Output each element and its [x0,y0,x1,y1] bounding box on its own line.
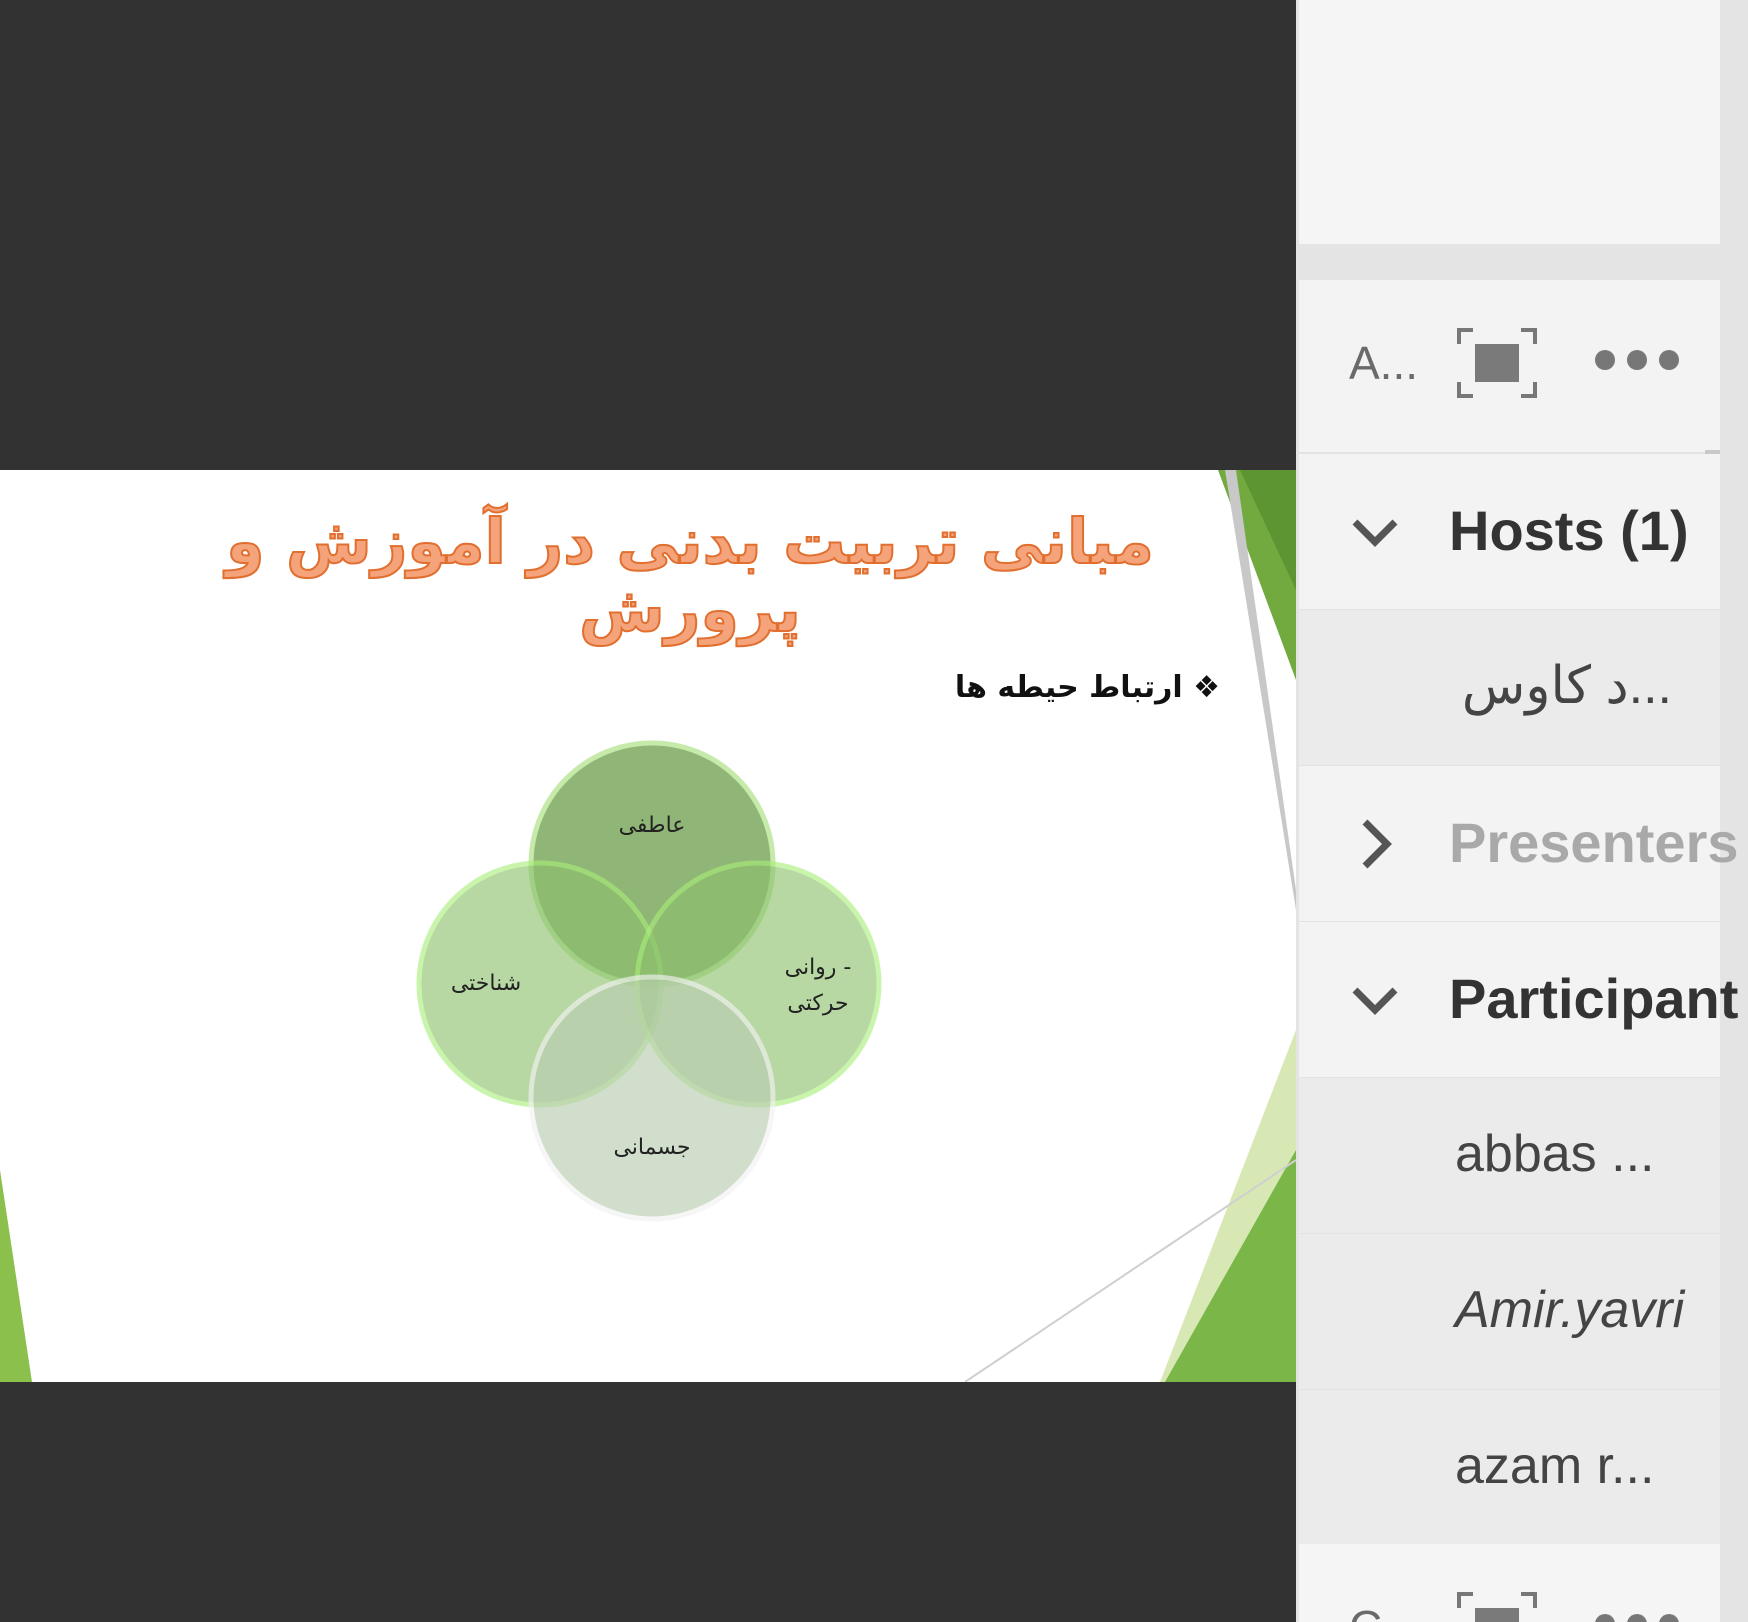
participant-name: Amir.yavri [1455,1281,1685,1339]
bottom-pod-title: C... [1349,1600,1421,1622]
chevron-right-icon [1362,819,1392,869]
chevron-down-icon [1352,987,1398,1015]
more-options-icon[interactable] [1595,350,1679,374]
section-label-participants: Participant [1449,967,1739,1030]
bottom-pod: C... [1299,1544,1720,1622]
host-name: ...د کاوس [1461,657,1672,715]
section-presenters[interactable]: Presenters [1299,766,1739,923]
venn-label-top: عاطفی [619,813,686,838]
list-item-participant[interactable]: abbas ... [1299,1078,1720,1235]
pod-title: A... [1349,337,1419,389]
section-hosts[interactable]: Hosts (1) [1299,454,1720,611]
list-item-participant[interactable]: azam r... [1299,1390,1720,1547]
venn-label-right-1: روانی - [785,955,852,980]
venn-label-left: شناختی [451,971,521,996]
list-item-host[interactable]: ...د کاوس [1299,610,1720,767]
top-pod [1299,0,1720,244]
side-panel: A... Hosts (1) ...د کاوس Presenters Part… [1296,0,1748,1622]
section-label-hosts: Hosts (1) [1449,499,1689,562]
venn-circle-bottom [528,974,776,1222]
section-label-presenters: Presenters [1449,811,1739,874]
attendees-toolbar: A... [1299,280,1720,454]
venn-label-bottom: جسمانی [613,1135,690,1160]
list-item-participant[interactable]: Amir.yavri [1299,1234,1720,1391]
more-options-icon[interactable] [1595,1614,1679,1622]
participant-name: azam r... [1455,1437,1655,1495]
slide: مبانی تربیت بدنی در آموزش و پرورش ❖ ارتب… [0,470,1296,1382]
fullscreen-icon[interactable] [1457,1592,1537,1622]
presentation-stage: مبانی تربیت بدنی در آموزش و پرورش ❖ ارتب… [0,0,1296,1622]
chevron-down-icon [1352,519,1398,547]
participant-name: abbas ... [1455,1125,1655,1183]
attendees-pod: A... Hosts (1) ...د کاوس Presenters Part… [1299,280,1739,1547]
venn-label-right-2: حرکتی [787,991,848,1016]
fullscreen-icon[interactable] [1457,328,1537,398]
section-participants[interactable]: Participant [1299,922,1738,1079]
venn-diagram: عاطفی شناختی روانی - حرکتی جسمانی [416,740,882,1222]
